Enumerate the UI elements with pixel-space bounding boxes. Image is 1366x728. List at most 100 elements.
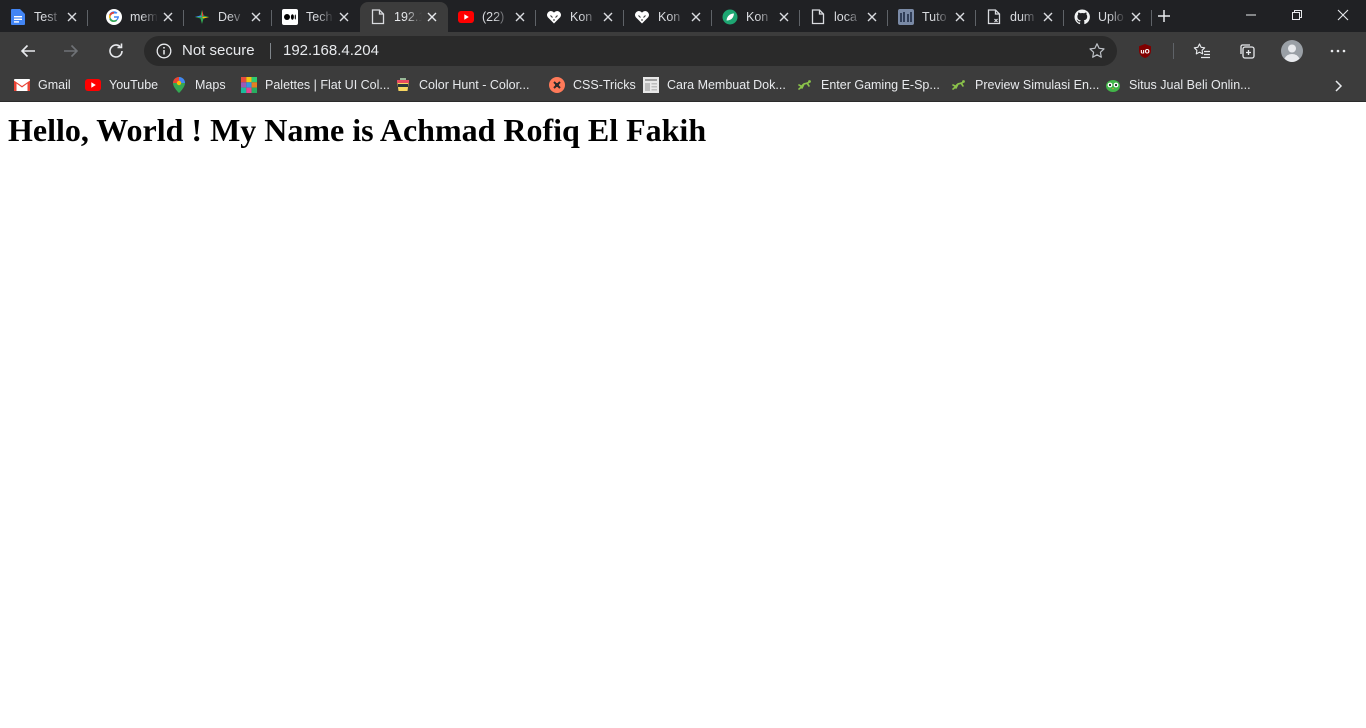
settings-menu-button[interactable] bbox=[1322, 35, 1354, 67]
close-icon[interactable] bbox=[688, 9, 704, 25]
tab-active-192-168-4-204[interactable]: 192.168.4.204 bbox=[360, 2, 448, 32]
star-icon[interactable] bbox=[1088, 42, 1106, 60]
page-icon bbox=[810, 9, 826, 25]
close-icon[interactable] bbox=[336, 9, 352, 25]
ublock-extension-button[interactable]: uO bbox=[1129, 35, 1161, 67]
url-text[interactable]: 192.168.4.204 bbox=[283, 42, 379, 60]
close-icon bbox=[1337, 9, 1349, 21]
close-icon[interactable] bbox=[160, 9, 176, 25]
info-icon[interactable] bbox=[156, 43, 172, 59]
more-bookmarks-button[interactable] bbox=[1328, 76, 1348, 96]
youtube-icon bbox=[85, 77, 101, 93]
tab-membuat[interactable]: membuat bbox=[96, 2, 184, 32]
owl-icon bbox=[1105, 77, 1121, 93]
tab-kon-2[interactable]: Kon bbox=[624, 2, 712, 32]
collections-button[interactable] bbox=[1231, 35, 1263, 67]
profile-button[interactable] bbox=[1276, 35, 1308, 67]
toolbar-divider bbox=[1173, 43, 1174, 59]
tab-title: Test bbox=[34, 10, 57, 24]
bookmark-situs-jual-beli[interactable]: Situs Jual Beli Onlin... bbox=[1105, 75, 1251, 95]
gecko-icon bbox=[797, 77, 813, 93]
bookmark-maps[interactable]: Maps bbox=[171, 75, 226, 95]
tab-uplo[interactable]: Uplo bbox=[1064, 2, 1152, 32]
leaf-icon bbox=[722, 9, 738, 25]
back-button[interactable] bbox=[12, 35, 44, 67]
bookmark-label: CSS-Tricks bbox=[573, 78, 636, 92]
bookmark-label: Maps bbox=[195, 78, 226, 92]
bookmark-enter-gaming[interactable]: Enter Gaming E-Sp... bbox=[797, 75, 940, 95]
tab-title: dum bbox=[1010, 10, 1035, 24]
bookmark-gmail[interactable]: Gmail bbox=[14, 75, 71, 95]
close-icon[interactable] bbox=[512, 9, 528, 25]
bookmark-color-hunt[interactable]: Color Hunt - Color... bbox=[395, 75, 529, 95]
github-icon bbox=[1074, 9, 1090, 25]
bookmarks-bar: Gmail YouTube Maps Palettes | Flat UI Co… bbox=[0, 70, 1366, 102]
security-status-label[interactable]: Not secure bbox=[182, 42, 255, 60]
tab-title: loca bbox=[834, 10, 857, 24]
close-icon[interactable] bbox=[864, 9, 880, 25]
tab-title: (22) bbox=[482, 10, 505, 24]
address-bar[interactable]: Not secure 192.168.4.204 bbox=[144, 36, 1117, 66]
close-icon[interactable] bbox=[600, 9, 616, 25]
avatar bbox=[1281, 40, 1303, 62]
tab-kon-3[interactable]: Kon bbox=[712, 2, 800, 32]
tab-youtube[interactable]: (22) bbox=[448, 2, 536, 32]
reload-button[interactable] bbox=[100, 35, 132, 67]
arrow-right-icon bbox=[64, 44, 79, 58]
tab-kon-1[interactable]: Kon bbox=[536, 2, 624, 32]
devcolor-icon bbox=[194, 9, 210, 25]
page-error-icon bbox=[986, 9, 1002, 25]
web-page-content: Hello, World ! My Name is Achmad Rofiq E… bbox=[0, 103, 1366, 728]
minimize-icon bbox=[1246, 14, 1256, 16]
new-tab-button[interactable] bbox=[1152, 4, 1176, 28]
tab-divider bbox=[87, 10, 88, 26]
close-icon[interactable] bbox=[64, 9, 80, 25]
youtube-icon bbox=[458, 9, 474, 25]
tab-dum[interactable]: dum bbox=[976, 2, 1064, 32]
tab-strip: Test membuat Dev Tech 192.168.4.204 bbox=[0, 0, 1366, 32]
bookmark-label: Enter Gaming E-Sp... bbox=[821, 78, 940, 92]
tab-loca[interactable]: loca bbox=[800, 2, 888, 32]
maps-pin-icon bbox=[171, 77, 187, 93]
bookmark-palettes[interactable]: Palettes | Flat UI Col... bbox=[241, 75, 390, 95]
bookmark-label: Palettes | Flat UI Col... bbox=[265, 78, 390, 92]
close-icon[interactable] bbox=[1128, 9, 1144, 25]
bookmark-preview-simulasi[interactable]: Preview Simulasi En... bbox=[951, 75, 1099, 95]
tab-title: 192.168.4.204 bbox=[394, 10, 422, 24]
more-horizontal-icon bbox=[1330, 49, 1346, 53]
bookmark-css-tricks[interactable]: CSS-Tricks bbox=[549, 75, 636, 95]
gmail-icon bbox=[14, 77, 30, 93]
tab-test[interactable]: Test bbox=[0, 2, 88, 32]
tab-title: Dev bbox=[218, 10, 241, 24]
page-heading: Hello, World ! My Name is Achmad Rofiq E… bbox=[8, 112, 707, 148]
close-icon[interactable] bbox=[1040, 9, 1056, 25]
collections-icon bbox=[1240, 44, 1255, 59]
bookmark-cara-membuat[interactable]: Cara Membuat Dok... bbox=[643, 75, 786, 95]
heart-icon bbox=[546, 9, 562, 25]
google-icon bbox=[106, 9, 122, 25]
tab-dev[interactable]: Dev bbox=[184, 2, 272, 32]
favorites-button[interactable] bbox=[1186, 35, 1218, 67]
tab-tech[interactable]: Tech bbox=[272, 2, 360, 32]
close-icon[interactable] bbox=[424, 9, 440, 25]
close-icon[interactable] bbox=[776, 9, 792, 25]
minimize-button[interactable] bbox=[1228, 0, 1274, 30]
restore-button[interactable] bbox=[1274, 0, 1320, 30]
bookmark-label: YouTube bbox=[109, 78, 159, 92]
tab-title: Kon bbox=[570, 10, 593, 24]
close-icon[interactable] bbox=[952, 9, 968, 25]
bookmark-label: Gmail bbox=[38, 78, 71, 92]
browser-toolbar: Not secure 192.168.4.204 uO bbox=[0, 32, 1366, 70]
tab-title: Tuto bbox=[922, 10, 947, 24]
close-window-button[interactable] bbox=[1320, 0, 1366, 30]
heart-icon bbox=[634, 9, 650, 25]
plus-icon bbox=[1158, 10, 1170, 22]
document-icon bbox=[643, 77, 659, 93]
ublock-icon: uO bbox=[1139, 44, 1151, 58]
bookmark-youtube[interactable]: YouTube bbox=[85, 75, 158, 95]
tab-tuto[interactable]: Tuto bbox=[888, 2, 976, 32]
close-icon[interactable] bbox=[248, 9, 264, 25]
forward-button[interactable] bbox=[55, 35, 87, 67]
address-divider bbox=[270, 43, 271, 59]
google-docs-icon bbox=[10, 9, 26, 25]
